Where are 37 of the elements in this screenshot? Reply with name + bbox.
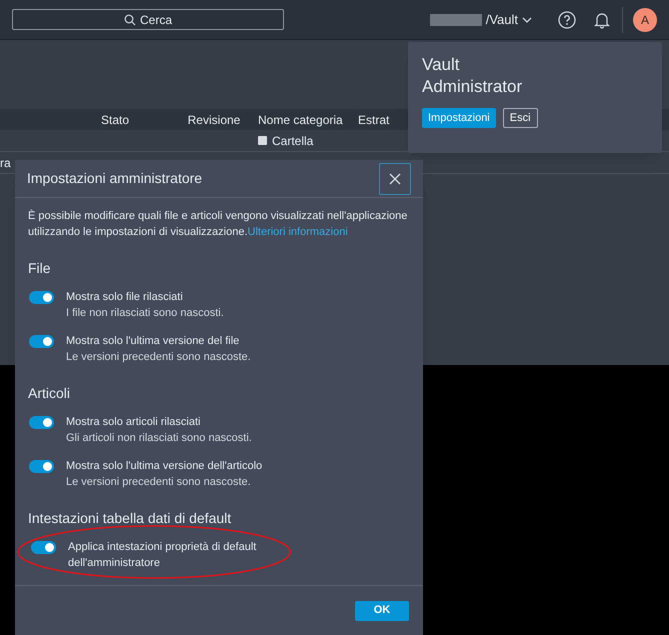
toggle-switch[interactable]	[29, 416, 54, 429]
user-name: Vault Administrator	[422, 54, 524, 98]
section-title: Articoli	[28, 384, 72, 403]
setting-description: Gli articoli non rilasciati sono nascosti.	[66, 431, 252, 446]
search-icon	[124, 14, 136, 26]
table-cell: Cartella	[258, 132, 358, 150]
setting-label: Applica intestazioni proprietà di default dell'amministratore	[68, 540, 258, 571]
setting-description: Le versioni precedenti sono nascoste.	[66, 475, 252, 490]
setting-label: Mostra solo file rilasciati	[66, 290, 184, 305]
setting-label: Mostra solo articoli rilasciati	[66, 415, 202, 430]
toggle-switch[interactable]	[29, 291, 54, 304]
user-avatar[interactable]: A	[633, 8, 657, 32]
section-title: Intestazioni tabella dati di default	[28, 509, 232, 528]
column-header[interactable]: Nome categoria	[258, 110, 358, 128]
section-title: File	[28, 259, 52, 278]
dialog-title: Impostazioni amministratore	[27, 169, 204, 188]
column-header[interactable]: Stato	[60, 110, 170, 128]
setting-description: Le versioni precedenti sono nascoste.	[66, 350, 251, 365]
setting-description: I file non rilasciati sono nascosti.	[66, 306, 224, 321]
setting-label: Mostra solo l'ultima versione del file	[66, 334, 240, 349]
toggle-switch[interactable]	[31, 541, 56, 554]
redaction-block	[430, 14, 482, 26]
search-field[interactable]: Cerca	[12, 9, 284, 30]
toggle-switch[interactable]	[29, 460, 54, 473]
intro-text: È possibile modificare quali file e articoli vengono visualizzati nell'applicazione utilizzando le impostazioni di visualizzazione.Ulteriori informazioni	[28, 208, 408, 240]
folder-icon	[258, 136, 267, 145]
close-button[interactable]	[379, 162, 411, 194]
column-header[interactable]: Revisione	[170, 110, 258, 128]
setting-label: Mostra solo l'ultima versione dell'articolo	[66, 459, 262, 474]
close-icon	[389, 172, 401, 184]
bell-icon[interactable]	[594, 10, 610, 28]
help-icon[interactable]	[558, 10, 576, 28]
chevron-down-icon	[522, 16, 532, 22]
vault-selector[interactable]: /Vault	[430, 10, 532, 30]
toggle-switch[interactable]	[29, 335, 54, 348]
table-cell: ra	[0, 156, 11, 170]
logout-button[interactable]: Esci	[502, 108, 538, 128]
